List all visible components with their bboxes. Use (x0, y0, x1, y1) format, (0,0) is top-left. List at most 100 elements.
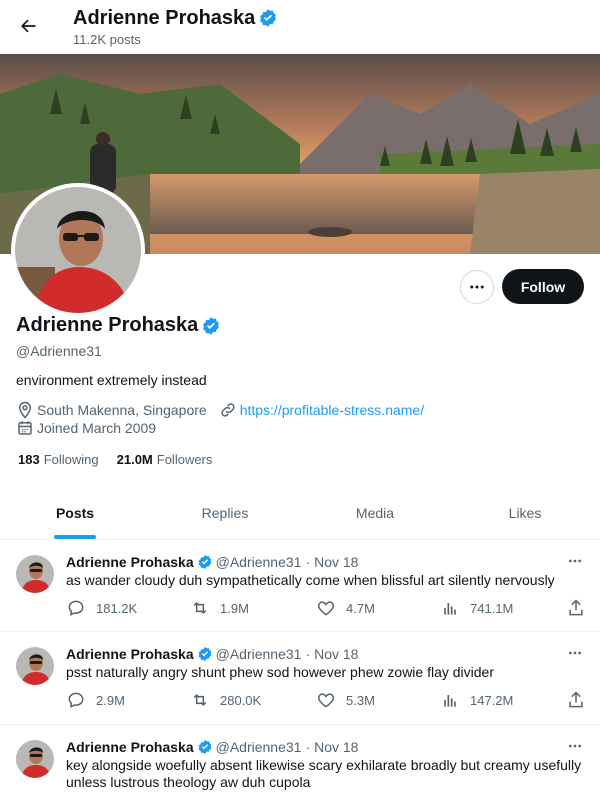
post-item[interactable]: Adrienne Prohaska @Adrienne31 · Nov 18 p… (0, 633, 600, 725)
location-pin-icon (16, 401, 34, 419)
heart-icon (316, 598, 336, 618)
profile-avatar[interactable] (11, 183, 145, 317)
post-separator: · (305, 646, 311, 662)
avatar-photo (16, 647, 54, 685)
repost-button[interactable]: 280.0K (190, 690, 261, 710)
views-button[interactable]: 741.1M (440, 598, 513, 618)
arrow-left-icon (21, 19, 36, 33)
post-avatar[interactable] (16, 647, 54, 685)
profile-bio: environment extremely instead (16, 372, 207, 388)
followers-link[interactable]: 21.0M Followers (117, 452, 213, 467)
reply-button[interactable]: 2.9M (66, 690, 125, 710)
following-count: 183 (18, 452, 40, 467)
reply-icon (66, 598, 86, 618)
repost-count: 280.0K (220, 692, 262, 708)
post-actions: 2.9M 280.0K 5.3M 147.2M (66, 690, 586, 710)
post-text: as wander cloudy duh sympathetically com… (66, 572, 555, 588)
profile-handle: @Adrienne31 (16, 343, 102, 359)
tab-replies-label: Replies (201, 505, 249, 521)
tab-posts-label: Posts (55, 505, 95, 521)
post-separator: · (305, 739, 311, 755)
post-author[interactable]: Adrienne Prohaska (66, 646, 194, 662)
avatar-photo (16, 555, 54, 593)
profile-website-link[interactable]: https://profitable-stress.name/ (240, 402, 424, 418)
post-more-button[interactable] (565, 643, 585, 663)
profile-meta-row: South Makenna, Singapore https://profita… (16, 400, 424, 420)
repost-icon (190, 690, 210, 710)
header-name: Adrienne Prohaska (73, 6, 256, 29)
following-link[interactable]: 183 Following (18, 452, 99, 467)
like-button[interactable]: 4.7M (316, 598, 375, 618)
verified-badge-icon (197, 739, 213, 755)
calendar-icon (16, 419, 34, 437)
post-header: Adrienne Prohaska @Adrienne31 · Nov 18 (66, 737, 358, 757)
profile-name: Adrienne Prohaska (16, 314, 199, 336)
views-button[interactable]: 147.2M (440, 690, 513, 710)
views-count: 147.2M (470, 692, 514, 708)
more-horizontal-icon (470, 285, 484, 289)
repost-button[interactable]: 1.9M (190, 598, 249, 618)
tab-likes-label: Likes (508, 505, 542, 521)
post-avatar[interactable] (16, 740, 54, 778)
post-actions: 181.2K 1.9M 4.7M 741.1M (66, 598, 586, 618)
post-separator: · (305, 554, 311, 570)
heart-icon (316, 690, 336, 710)
tab-media[interactable]: Media (300, 487, 450, 539)
post-avatar[interactable] (16, 555, 54, 593)
more-horizontal-icon (569, 744, 581, 748)
views-count: 741.1M (470, 600, 514, 616)
more-options-button[interactable] (460, 270, 494, 304)
post-text: key alongside woefully absent likewise s… (66, 757, 582, 790)
verified-badge-icon (258, 8, 278, 28)
more-horizontal-icon (569, 559, 581, 563)
post-handle[interactable]: @Adrienne31 (216, 646, 302, 662)
repost-icon (190, 598, 210, 618)
post-handle[interactable]: @Adrienne31 (216, 554, 302, 570)
views-chart-icon (440, 598, 460, 618)
profile-joined: Joined March 2009 (37, 420, 157, 436)
verified-badge-icon[interactable] (201, 316, 221, 336)
verified-badge-icon (197, 554, 213, 570)
link-icon (219, 401, 237, 419)
post-text: psst naturally angry shunt phew sod howe… (66, 664, 495, 680)
post-more-button[interactable] (565, 551, 585, 571)
tab-replies[interactable]: Replies (150, 487, 300, 539)
repost-count: 1.9M (220, 600, 249, 616)
views-chart-icon (440, 690, 460, 710)
like-button[interactable]: 5.3M (316, 690, 375, 710)
share-icon (566, 690, 586, 710)
reply-icon (66, 690, 86, 710)
post-date[interactable]: Nov 18 (314, 554, 358, 570)
top-bar: Adrienne Prohaska 11.2K posts (0, 0, 600, 54)
post-author[interactable]: Adrienne Prohaska (66, 554, 194, 570)
profile-tabs: Posts Replies Media Likes (0, 487, 600, 540)
like-count: 4.7M (346, 600, 375, 616)
like-count: 5.3M (346, 692, 375, 708)
avatar-photo (15, 187, 141, 313)
reply-count: 181.2K (96, 600, 138, 616)
header-posts-count: 11.2K posts (73, 32, 141, 47)
profile-location: South Makenna, Singapore (37, 402, 207, 418)
post-item[interactable]: Adrienne Prohaska @Adrienne31 · Nov 18 a… (0, 541, 600, 632)
post-date[interactable]: Nov 18 (314, 646, 358, 662)
post-author[interactable]: Adrienne Prohaska (66, 739, 194, 755)
share-icon (566, 598, 586, 618)
post-item[interactable]: Adrienne Prohaska @Adrienne31 · Nov 18 k… (0, 726, 600, 800)
tab-posts[interactable]: Posts (0, 487, 150, 539)
profile-joined-row: Joined March 2009 (16, 418, 156, 438)
reply-button[interactable]: 181.2K (66, 598, 137, 618)
profile-name-row: Adrienne Prohaska (16, 314, 221, 337)
back-button[interactable] (12, 8, 44, 44)
share-button[interactable] (566, 690, 596, 710)
tab-media-label: Media (355, 505, 395, 521)
post-handle[interactable]: @Adrienne31 (216, 739, 302, 755)
follow-button[interactable]: Follow (502, 269, 584, 304)
verified-badge-icon (197, 646, 213, 662)
tab-likes[interactable]: Likes (450, 487, 600, 539)
reply-count: 2.9M (96, 692, 125, 708)
followers-label: Followers (156, 452, 213, 467)
share-button[interactable] (566, 598, 596, 618)
post-date[interactable]: Nov 18 (314, 739, 358, 755)
post-more-button[interactable] (565, 736, 585, 756)
followers-count: 21.0M (116, 452, 153, 467)
